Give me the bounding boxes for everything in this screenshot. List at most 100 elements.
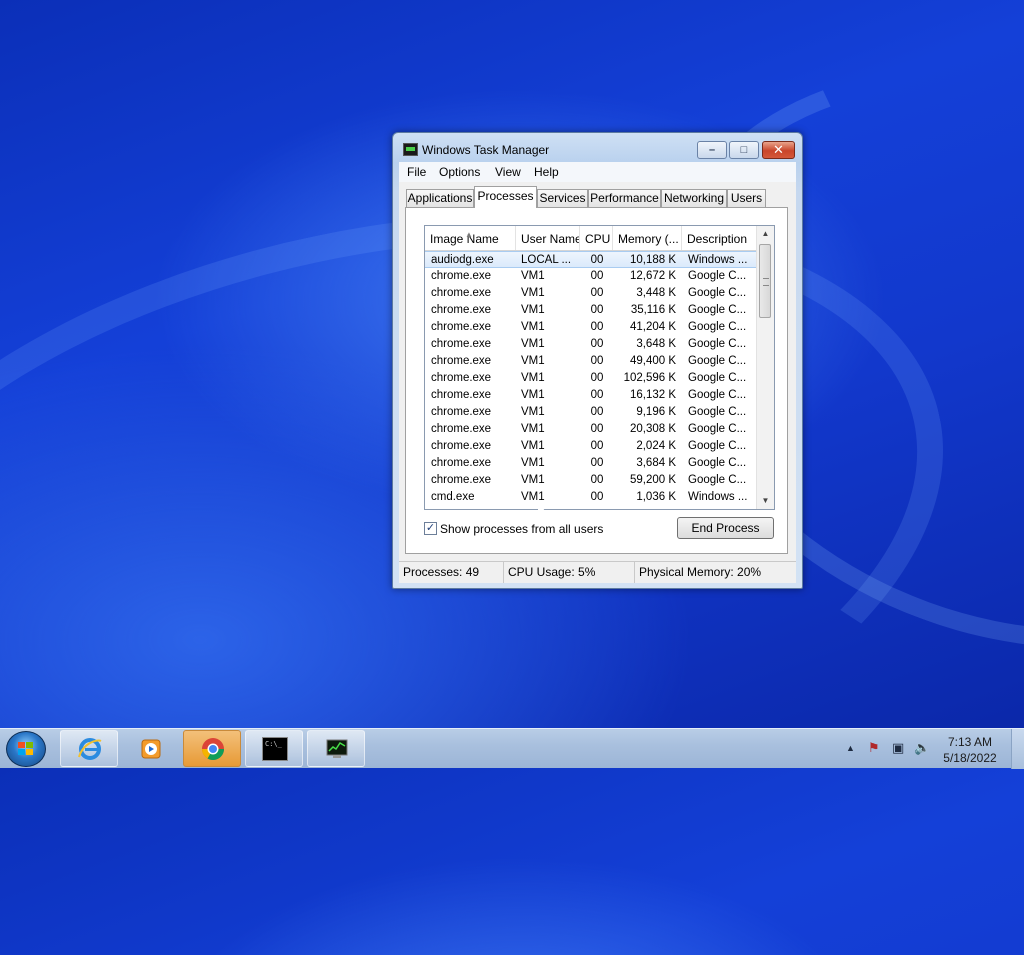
table-row[interactable]: audiodg.exe LOCAL ... 00 10,188 K Windows ..… xyxy=(425,251,757,268)
ie-icon xyxy=(78,738,102,760)
column-memory[interactable]: Memory (... xyxy=(613,226,682,250)
table-row[interactable]: chrome.exe VM1 00 9,196 K Google C... xyxy=(425,404,757,421)
clock[interactable]: 7:13 AM 5/18/2022 xyxy=(930,734,1010,766)
column-description[interactable]: Description xyxy=(682,226,757,250)
table-row[interactable]: chrome.exe VM1 00 3,448 K Google C... xyxy=(425,285,757,302)
tab-networking[interactable]: Networking xyxy=(661,189,727,207)
maximize-icon: □ xyxy=(740,144,748,156)
table-row[interactable]: chrome.exe VM1 00 35,116 K Google C... xyxy=(425,302,757,319)
tab-applications[interactable]: Applications xyxy=(406,189,474,207)
table-row[interactable]: chrome.exe VM1 00 102,596 K Google C... xyxy=(425,370,757,387)
table-row[interactable]: chrome.exe VM1 00 20,308 K Google C... xyxy=(425,421,757,438)
cell-memory: 1,036 K xyxy=(636,491,676,503)
processes-panel: ▲ Image Name User Name CPU Memory (... D… xyxy=(405,207,788,554)
menu-help[interactable]: Help xyxy=(534,165,559,179)
cell-image-name: chrome.exe xyxy=(431,338,492,350)
cell-cpu: 00 xyxy=(590,372,604,384)
cell-image-name: chrome.exe xyxy=(431,287,492,299)
cell-user-name: VM1 xyxy=(521,440,545,452)
media-player-icon xyxy=(141,739,161,759)
table-row[interactable]: chrome.exe VM1 00 41,204 K Google C... xyxy=(425,319,757,336)
cell-description: Google C... xyxy=(688,389,747,401)
cell-description: Google C... xyxy=(688,406,747,418)
cell-cpu: 00 xyxy=(590,474,604,486)
cell-image-name: chrome.exe xyxy=(431,355,492,367)
network-icon[interactable]: ▣ xyxy=(892,740,904,756)
cell-description: Google C... xyxy=(688,474,747,486)
cell-memory: 59,200 K xyxy=(629,474,676,486)
cell-cpu: 00 xyxy=(590,457,604,469)
cell-description: Google C... xyxy=(688,457,747,469)
menu-file[interactable]: File xyxy=(407,165,426,179)
action-center-flag-icon[interactable]: ⚑ xyxy=(868,740,880,756)
start-button[interactable] xyxy=(6,731,46,767)
maximize-button[interactable]: □ xyxy=(729,141,759,159)
cell-memory: 35,116 K xyxy=(630,304,676,316)
title-bar[interactable]: Windows Task Manager – □ ✕ xyxy=(393,133,802,161)
cell-memory: 2,024 K xyxy=(636,440,676,452)
chrome-icon xyxy=(202,738,224,760)
table-row[interactable]: chrome.exe VM1 00 49,400 K Google C... xyxy=(425,353,757,370)
scroll-up-icon[interactable]: ▲ xyxy=(757,226,774,242)
table-row[interactable]: chrome.exe VM1 00 16,132 K Google C... xyxy=(425,387,757,404)
table-row[interactable]: chrome.exe VM1 00 3,684 K Google C... xyxy=(425,455,757,472)
taskbar-media-player[interactable] xyxy=(121,730,179,767)
sort-ascending-icon: ▲ xyxy=(465,230,473,239)
cell-image-name: audiodg.exe xyxy=(431,254,494,266)
cell-memory: 3,684 K xyxy=(636,457,676,469)
column-cpu[interactable]: CPU xyxy=(580,226,613,250)
volume-icon[interactable]: 🔈 xyxy=(914,740,930,756)
cell-cpu: 00 xyxy=(590,338,604,350)
scroll-thumb[interactable] xyxy=(759,244,771,318)
cell-memory: 10,188 K xyxy=(629,254,676,266)
status-processes: Processes: 49 xyxy=(399,562,504,583)
cell-cpu: 00 xyxy=(590,321,604,333)
cell-user-name: VM1 xyxy=(521,304,545,316)
cell-memory: 20,308 K xyxy=(629,423,676,435)
clock-date: 5/18/2022 xyxy=(943,751,997,765)
table-row[interactable]: cmd.exe VM1 00 1,036 K Windows ... xyxy=(425,489,757,506)
scroll-down-icon[interactable]: ▼ xyxy=(757,493,774,509)
table-row[interactable]: chrome.exe VM1 00 2,024 K Google C... xyxy=(425,438,757,455)
cell-memory: 9,196 K xyxy=(636,406,676,418)
cell-description: Windows ... xyxy=(688,254,748,266)
cell-memory: 102,596 K xyxy=(623,372,676,384)
tab-services[interactable]: Services xyxy=(537,189,588,207)
cell-cpu: 00 xyxy=(590,389,604,401)
table-row[interactable]: chrome.exe VM1 00 3,648 K Google C... xyxy=(425,336,757,353)
taskbar-command-prompt[interactable]: C:\_ xyxy=(245,730,303,767)
end-process-button[interactable]: End Process xyxy=(677,517,774,539)
column-image-name[interactable]: ▲ Image Name xyxy=(425,226,516,250)
task-manager-window: Windows Task Manager – □ ✕ File Options … xyxy=(392,132,803,589)
cell-image-name: chrome.exe xyxy=(431,406,492,418)
clock-time: 7:13 AM xyxy=(947,735,993,749)
tab-processes[interactable]: Processes xyxy=(474,186,537,208)
minimize-button[interactable]: – xyxy=(697,141,727,159)
taskbar-chrome[interactable] xyxy=(183,730,241,767)
taskbar-task-manager[interactable] xyxy=(307,730,365,767)
cell-cpu: 00 xyxy=(590,406,604,418)
tab-users[interactable]: Users xyxy=(727,189,766,207)
status-physical-memory: Physical Memory: 20% xyxy=(639,565,762,579)
taskbar-internet-explorer[interactable] xyxy=(60,730,118,767)
table-row[interactable]: chrome.exe VM1 00 12,672 K Google C... xyxy=(425,268,757,285)
menu-options[interactable]: Options xyxy=(439,165,480,179)
cell-memory: 3,648 K xyxy=(636,338,676,350)
close-icon: ✕ xyxy=(773,142,784,157)
cmd-icon: C:\_ xyxy=(262,737,288,761)
process-list[interactable]: ▲ Image Name User Name CPU Memory (... D… xyxy=(424,225,775,510)
tab-performance[interactable]: Performance xyxy=(588,189,661,207)
vertical-scrollbar[interactable]: ▲ ▼ xyxy=(756,226,774,509)
table-row[interactable]: chrome.exe VM1 00 59,200 K Google C... xyxy=(425,472,757,489)
show-all-users-checkbox[interactable]: ✓ xyxy=(424,522,437,535)
cell-image-name: chrome.exe xyxy=(431,440,492,452)
cell-cpu: 00 xyxy=(590,270,604,282)
show-desktop-button[interactable] xyxy=(1011,729,1024,769)
column-user-name[interactable]: User Name xyxy=(516,226,580,250)
cell-cpu: 00 xyxy=(590,355,604,367)
show-hidden-icons-icon[interactable]: ▲ xyxy=(846,743,855,753)
show-all-users-label[interactable]: Show processes from all users xyxy=(440,522,603,536)
cell-user-name: VM1 xyxy=(521,474,545,486)
close-button[interactable]: ✕ xyxy=(762,141,795,159)
menu-view[interactable]: View xyxy=(495,165,521,179)
